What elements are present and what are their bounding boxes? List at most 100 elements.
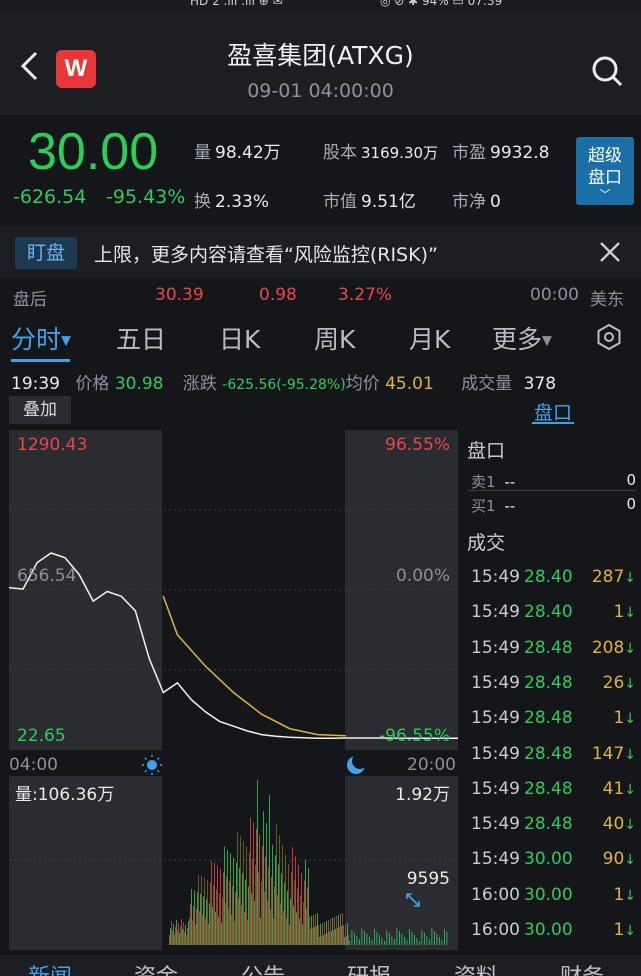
trade-price: 30.00 bbox=[524, 849, 573, 870]
nav-profile[interactable]: 资料 bbox=[454, 959, 498, 976]
arrow-down-icon: ↓ bbox=[624, 887, 636, 904]
volume-bar bbox=[348, 935, 349, 945]
nav-research[interactable]: 研报 bbox=[347, 959, 391, 976]
volume-bar bbox=[320, 924, 321, 945]
volume-bar bbox=[250, 817, 251, 945]
volume-bar bbox=[399, 931, 400, 945]
volume-bar bbox=[272, 844, 273, 945]
trade-volume: 1 bbox=[613, 708, 625, 729]
page-title: 盈喜集团(ATXG) bbox=[227, 41, 414, 70]
volume-bar bbox=[376, 932, 378, 945]
super-orderbook-button[interactable]: 超级 盘口 ﹀ bbox=[576, 137, 634, 205]
orderbook-title: 盘口 bbox=[467, 440, 506, 462]
stat-shares: 股本 3169.30万 bbox=[323, 143, 439, 163]
volume-bar bbox=[239, 867, 240, 945]
tab-more[interactable]: 更多▼ bbox=[492, 320, 552, 356]
watch-tag[interactable]: 盯盘 bbox=[15, 237, 77, 269]
tab-monthly-k[interactable]: 月K bbox=[409, 320, 450, 356]
volume-bar bbox=[249, 852, 250, 945]
volume-bar bbox=[312, 928, 313, 945]
volume-bar bbox=[216, 889, 217, 945]
trade-time: 15:49 bbox=[471, 567, 520, 587]
volume-bar bbox=[215, 911, 216, 945]
volume-bar bbox=[240, 836, 241, 945]
volume-bar bbox=[301, 873, 302, 945]
tab-weekly-k[interactable]: 周K bbox=[314, 320, 355, 356]
arrow-down-icon: ↓ bbox=[624, 675, 636, 692]
settings-icon[interactable] bbox=[596, 324, 622, 350]
volume-bar bbox=[323, 935, 324, 945]
arrow-down-icon: ↓ bbox=[624, 852, 636, 869]
volume-bar bbox=[303, 902, 304, 945]
volume-bar bbox=[289, 925, 290, 945]
volume-bar bbox=[193, 905, 194, 945]
volume-bar bbox=[226, 876, 227, 945]
sun-icon bbox=[142, 755, 162, 775]
nav-announcements[interactable]: 公告 bbox=[241, 959, 285, 976]
volume-bar bbox=[246, 846, 247, 945]
volume-bar bbox=[182, 929, 183, 945]
volume-bar bbox=[332, 918, 333, 945]
pct-high-label: 96.55% bbox=[385, 435, 450, 455]
volume-bar bbox=[296, 912, 297, 945]
trade-row: 15:49 28.48 41↓ bbox=[471, 779, 636, 799]
status-left: HD 2 .ıll .ıll ⊕ ✉ bbox=[190, 0, 283, 8]
volume-bar bbox=[204, 877, 205, 945]
volume-bar bbox=[343, 925, 344, 945]
volume-bar bbox=[175, 927, 176, 945]
volume-bar bbox=[187, 928, 188, 945]
volume-bar bbox=[268, 867, 269, 945]
last-price: 30.00 bbox=[28, 123, 159, 181]
volume-bar bbox=[258, 872, 259, 945]
arrow-down-icon: ↓ bbox=[624, 711, 636, 728]
volume-bar bbox=[210, 882, 211, 945]
tab-intraday[interactable]: 分时▼ bbox=[11, 320, 71, 356]
volume-bar bbox=[184, 932, 185, 945]
volume-bar bbox=[286, 918, 287, 945]
volume-bar bbox=[431, 928, 433, 945]
volume-bar bbox=[386, 930, 388, 945]
nav-funds[interactable]: 资金 bbox=[134, 959, 178, 976]
volume-bar bbox=[269, 795, 270, 945]
volume-bar bbox=[233, 857, 234, 945]
volume-bar bbox=[374, 929, 375, 945]
nav-news[interactable]: 新闻 bbox=[28, 959, 72, 976]
volume-bar bbox=[302, 924, 303, 945]
volume-bar bbox=[291, 872, 292, 945]
volume-bar bbox=[342, 913, 343, 945]
volume-bar bbox=[179, 933, 180, 945]
status-right: ◎ ⊘ ✱ 94% ▭ 07:39 bbox=[380, 0, 503, 8]
close-icon[interactable] bbox=[598, 240, 622, 264]
nav-financials[interactable]: 财务 bbox=[560, 959, 604, 976]
volume-bar bbox=[419, 941, 420, 945]
volume-bar bbox=[212, 907, 213, 945]
volume-bar bbox=[189, 917, 190, 945]
y-high-label: 1290.43 bbox=[17, 435, 87, 455]
volume-bar bbox=[277, 894, 278, 945]
volume-bar bbox=[439, 937, 440, 945]
stat-pb: 市净 0 bbox=[452, 192, 501, 212]
y-low-label: 22.65 bbox=[17, 726, 66, 746]
banner-text[interactable]: 上限，更多内容请查看“风险监控(RISK)” bbox=[94, 240, 438, 267]
expand-icon[interactable] bbox=[398, 885, 428, 915]
search-icon[interactable] bbox=[590, 54, 624, 88]
tab-daily-k[interactable]: 日K bbox=[219, 320, 260, 356]
volume-bar bbox=[203, 896, 204, 945]
volume-bar bbox=[230, 853, 231, 945]
volume-bar bbox=[265, 856, 266, 945]
tab-five-day[interactable]: 五日 bbox=[116, 320, 166, 356]
volume-bar bbox=[341, 926, 342, 945]
arrow-down-icon: ↓ bbox=[624, 923, 636, 939]
intraday-chart[interactable]: 1290.43 656.54 22.65 96.55% 0.00% -96.55… bbox=[9, 430, 458, 950]
stat-volume: 量 98.42万 bbox=[194, 143, 281, 163]
volume-bar bbox=[444, 929, 445, 945]
volume-bar bbox=[200, 893, 201, 945]
volume-bar bbox=[270, 909, 271, 945]
overlay-button[interactable]: 叠加 bbox=[9, 396, 71, 424]
volume-bar bbox=[174, 934, 175, 945]
volume-bar bbox=[328, 920, 329, 945]
volume-bar bbox=[307, 887, 308, 945]
orderbook-tab[interactable]: 盘口 bbox=[534, 398, 572, 425]
volume-bar bbox=[173, 924, 174, 945]
trade-row: 15:49 28.48 147↓ bbox=[471, 744, 636, 764]
